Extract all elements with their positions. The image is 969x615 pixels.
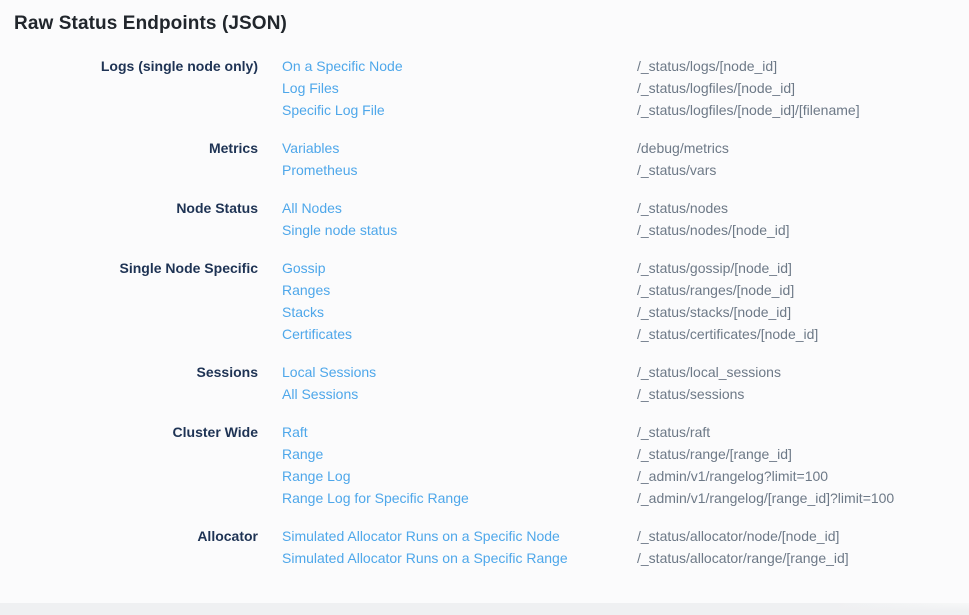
endpoint-link[interactable]: Prometheus [282, 159, 637, 181]
category-label: Cluster Wide [0, 421, 258, 509]
endpoint-path: /_status/ranges/[node_id] [637, 279, 969, 301]
endpoint-path: /_status/logfiles/[node_id]/[filename] [637, 99, 969, 121]
category-label: Logs (single node only) [0, 55, 258, 121]
category-label: Single Node Specific [0, 257, 258, 345]
endpoint-path: /_status/gossip/[node_id] [637, 257, 969, 279]
endpoint-paths-column: /_status/local_sessions /_status/session… [637, 361, 969, 405]
endpoint-link[interactable]: Simulated Allocator Runs on a Specific N… [282, 525, 637, 547]
endpoint-link[interactable]: On a Specific Node [282, 55, 637, 77]
endpoint-path: /_status/nodes [637, 197, 969, 219]
endpoint-link[interactable]: Local Sessions [282, 361, 637, 383]
endpoint-link[interactable]: Range Log [282, 465, 637, 487]
endpoint-link[interactable]: Range [282, 443, 637, 465]
endpoint-group-sessions: Sessions Local Sessions All Sessions /_s… [0, 361, 969, 405]
bottom-strip [0, 603, 969, 615]
endpoint-groups: Logs (single node only) On a Specific No… [0, 55, 969, 569]
endpoint-path: /_status/logs/[node_id] [637, 55, 969, 77]
endpoint-group-cluster-wide: Cluster Wide Raft Range Range Log Range … [0, 421, 969, 509]
endpoint-path: /_status/allocator/node/[node_id] [637, 525, 969, 547]
endpoint-path: /_status/allocator/range/[range_id] [637, 547, 969, 569]
endpoint-path: /_status/certificates/[node_id] [637, 323, 969, 345]
endpoint-link[interactable]: Simulated Allocator Runs on a Specific R… [282, 547, 637, 569]
endpoint-group-allocator: Allocator Simulated Allocator Runs on a … [0, 525, 969, 569]
endpoint-path: /_status/raft [637, 421, 969, 443]
endpoint-links-column: Variables Prometheus [258, 137, 637, 181]
endpoint-link[interactable]: Single node status [282, 219, 637, 241]
endpoint-paths-column: /_status/raft /_status/range/[range_id] … [637, 421, 969, 509]
page-title: Raw Status Endpoints (JSON) [14, 12, 969, 36]
endpoint-links-column: All Nodes Single node status [258, 197, 637, 241]
endpoint-group-metrics: Metrics Variables Prometheus /debug/metr… [0, 137, 969, 181]
category-label: Node Status [0, 197, 258, 241]
endpoint-link[interactable]: Range Log for Specific Range [282, 487, 637, 509]
endpoint-link[interactable]: Log Files [282, 77, 637, 99]
endpoint-path: /_status/logfiles/[node_id] [637, 77, 969, 99]
endpoint-links-column: Simulated Allocator Runs on a Specific N… [258, 525, 637, 569]
endpoint-link[interactable]: Stacks [282, 301, 637, 323]
endpoint-path: /_status/nodes/[node_id] [637, 219, 969, 241]
endpoint-path: /_admin/v1/rangelog/[range_id]?limit=100 [637, 487, 969, 509]
endpoint-paths-column: /_status/gossip/[node_id] /_status/range… [637, 257, 969, 345]
endpoint-group-node-status: Node Status All Nodes Single node status… [0, 197, 969, 241]
endpoint-link[interactable]: Variables [282, 137, 637, 159]
endpoint-path: /_status/vars [637, 159, 969, 181]
endpoint-path: /_status/sessions [637, 383, 969, 405]
endpoint-links-column: Raft Range Range Log Range Log for Speci… [258, 421, 637, 509]
endpoint-path: /_status/local_sessions [637, 361, 969, 383]
endpoint-links-column: On a Specific Node Log Files Specific Lo… [258, 55, 637, 121]
endpoint-paths-column: /_status/allocator/node/[node_id] /_stat… [637, 525, 969, 569]
endpoint-link[interactable]: Specific Log File [282, 99, 637, 121]
endpoint-path: /debug/metrics [637, 137, 969, 159]
endpoint-group-logs: Logs (single node only) On a Specific No… [0, 55, 969, 121]
endpoint-path: /_admin/v1/rangelog?limit=100 [637, 465, 969, 487]
endpoint-paths-column: /_status/nodes /_status/nodes/[node_id] [637, 197, 969, 241]
endpoint-link[interactable]: Certificates [282, 323, 637, 345]
endpoint-link[interactable]: Gossip [282, 257, 637, 279]
endpoint-path: /_status/range/[range_id] [637, 443, 969, 465]
endpoint-links-column: Gossip Ranges Stacks Certificates [258, 257, 637, 345]
category-label: Sessions [0, 361, 258, 405]
endpoint-link[interactable]: Raft [282, 421, 637, 443]
endpoint-link[interactable]: All Nodes [282, 197, 637, 219]
endpoint-link[interactable]: Ranges [282, 279, 637, 301]
category-label: Metrics [0, 137, 258, 181]
endpoint-links-column: Local Sessions All Sessions [258, 361, 637, 405]
endpoint-paths-column: /_status/logs/[node_id] /_status/logfile… [637, 55, 969, 121]
category-label: Allocator [0, 525, 258, 569]
endpoint-path: /_status/stacks/[node_id] [637, 301, 969, 323]
endpoint-link[interactable]: All Sessions [282, 383, 637, 405]
endpoint-paths-column: /debug/metrics /_status/vars [637, 137, 969, 181]
endpoint-group-single-node-specific: Single Node Specific Gossip Ranges Stack… [0, 257, 969, 345]
